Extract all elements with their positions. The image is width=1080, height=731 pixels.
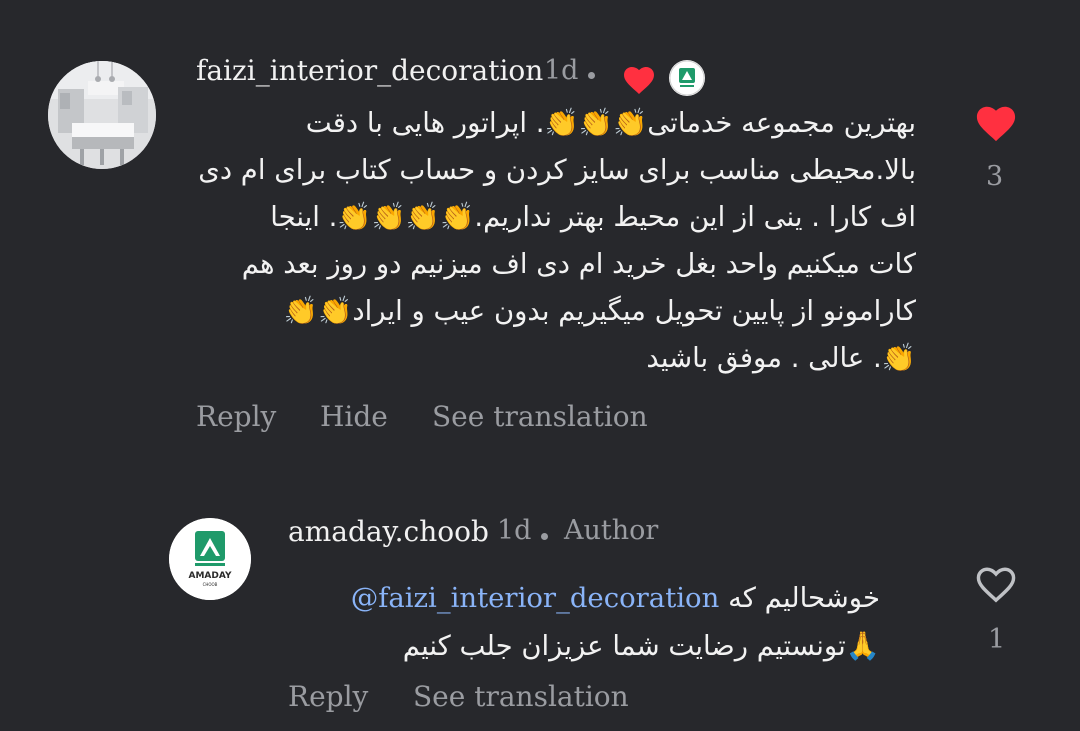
heart-outline-icon[interactable] (972, 562, 1020, 604)
comment-line: اف کارا . ینی از این محیط بهتر نداریم.👏👏… (270, 201, 916, 233)
reply-button[interactable]: Reply (196, 400, 276, 433)
hide-button[interactable]: Hide (320, 400, 388, 433)
comment-line: کارامونو از پایین تحویل میگیریم بدون عیب… (283, 295, 916, 327)
see-translation-button[interactable]: See translation (413, 680, 629, 713)
svg-text:AMADAY: AMADAY (189, 571, 232, 581)
comment-line: کات میکنیم واحد بغل خرید ام دی اف میزنیم… (241, 248, 916, 280)
avatar[interactable]: AMADAY CHOOB (169, 518, 251, 600)
reply-button[interactable]: Reply (288, 680, 368, 713)
svg-text:CHOOB: CHOOB (203, 582, 218, 587)
avatar[interactable] (48, 61, 156, 169)
like-count: 3 (986, 161, 1004, 192)
comment-username[interactable]: faizi_interior_decoration (196, 54, 543, 87)
comments-panel: faizi_interior_decoration 1d بهترین مجمو… (0, 0, 1080, 731)
separator-dot (588, 72, 595, 79)
comment-line: 👏. عالی . موفق باشید (646, 342, 916, 374)
like-count: 1 (988, 624, 1006, 655)
comment-line: 🙏تونستیم رضایت شما عزیزان جلب کنیم (402, 630, 880, 662)
author-label: Author (564, 515, 659, 546)
comment-line: بهترین مجموعه خدماتی👏👏👏. اپراتور هایی با… (305, 107, 916, 139)
separator-dot (541, 533, 548, 540)
comment-time: 1d (497, 515, 532, 546)
badge-icon (669, 60, 705, 96)
comment-username[interactable]: amaday.choob (288, 515, 489, 548)
see-translation-button[interactable]: See translation (432, 400, 648, 433)
heart-filled-icon[interactable] (972, 101, 1020, 143)
comment-time: 1d (544, 55, 579, 86)
comment-text: بهترین مجموعه خدماتی👏👏👏. اپراتور هایی با… (196, 100, 916, 382)
amaday-logo-icon: AMADAY CHOOB (169, 518, 251, 600)
comment-text: خوشحالیم که @faizi_interior_decoration 🙏… (260, 574, 880, 670)
kitchen-photo-icon (48, 61, 156, 169)
mention-link[interactable]: @faizi_interior_decoration (351, 582, 720, 614)
comment-line: بالا.محیطی مناسب برای سایز کردن و حساب ک… (198, 154, 916, 186)
comment-line-text: خوشحالیم که (728, 582, 880, 614)
comment-line: خوشحالیم که @faizi_interior_decoration (260, 574, 880, 622)
heart-filled-icon (624, 67, 654, 94)
